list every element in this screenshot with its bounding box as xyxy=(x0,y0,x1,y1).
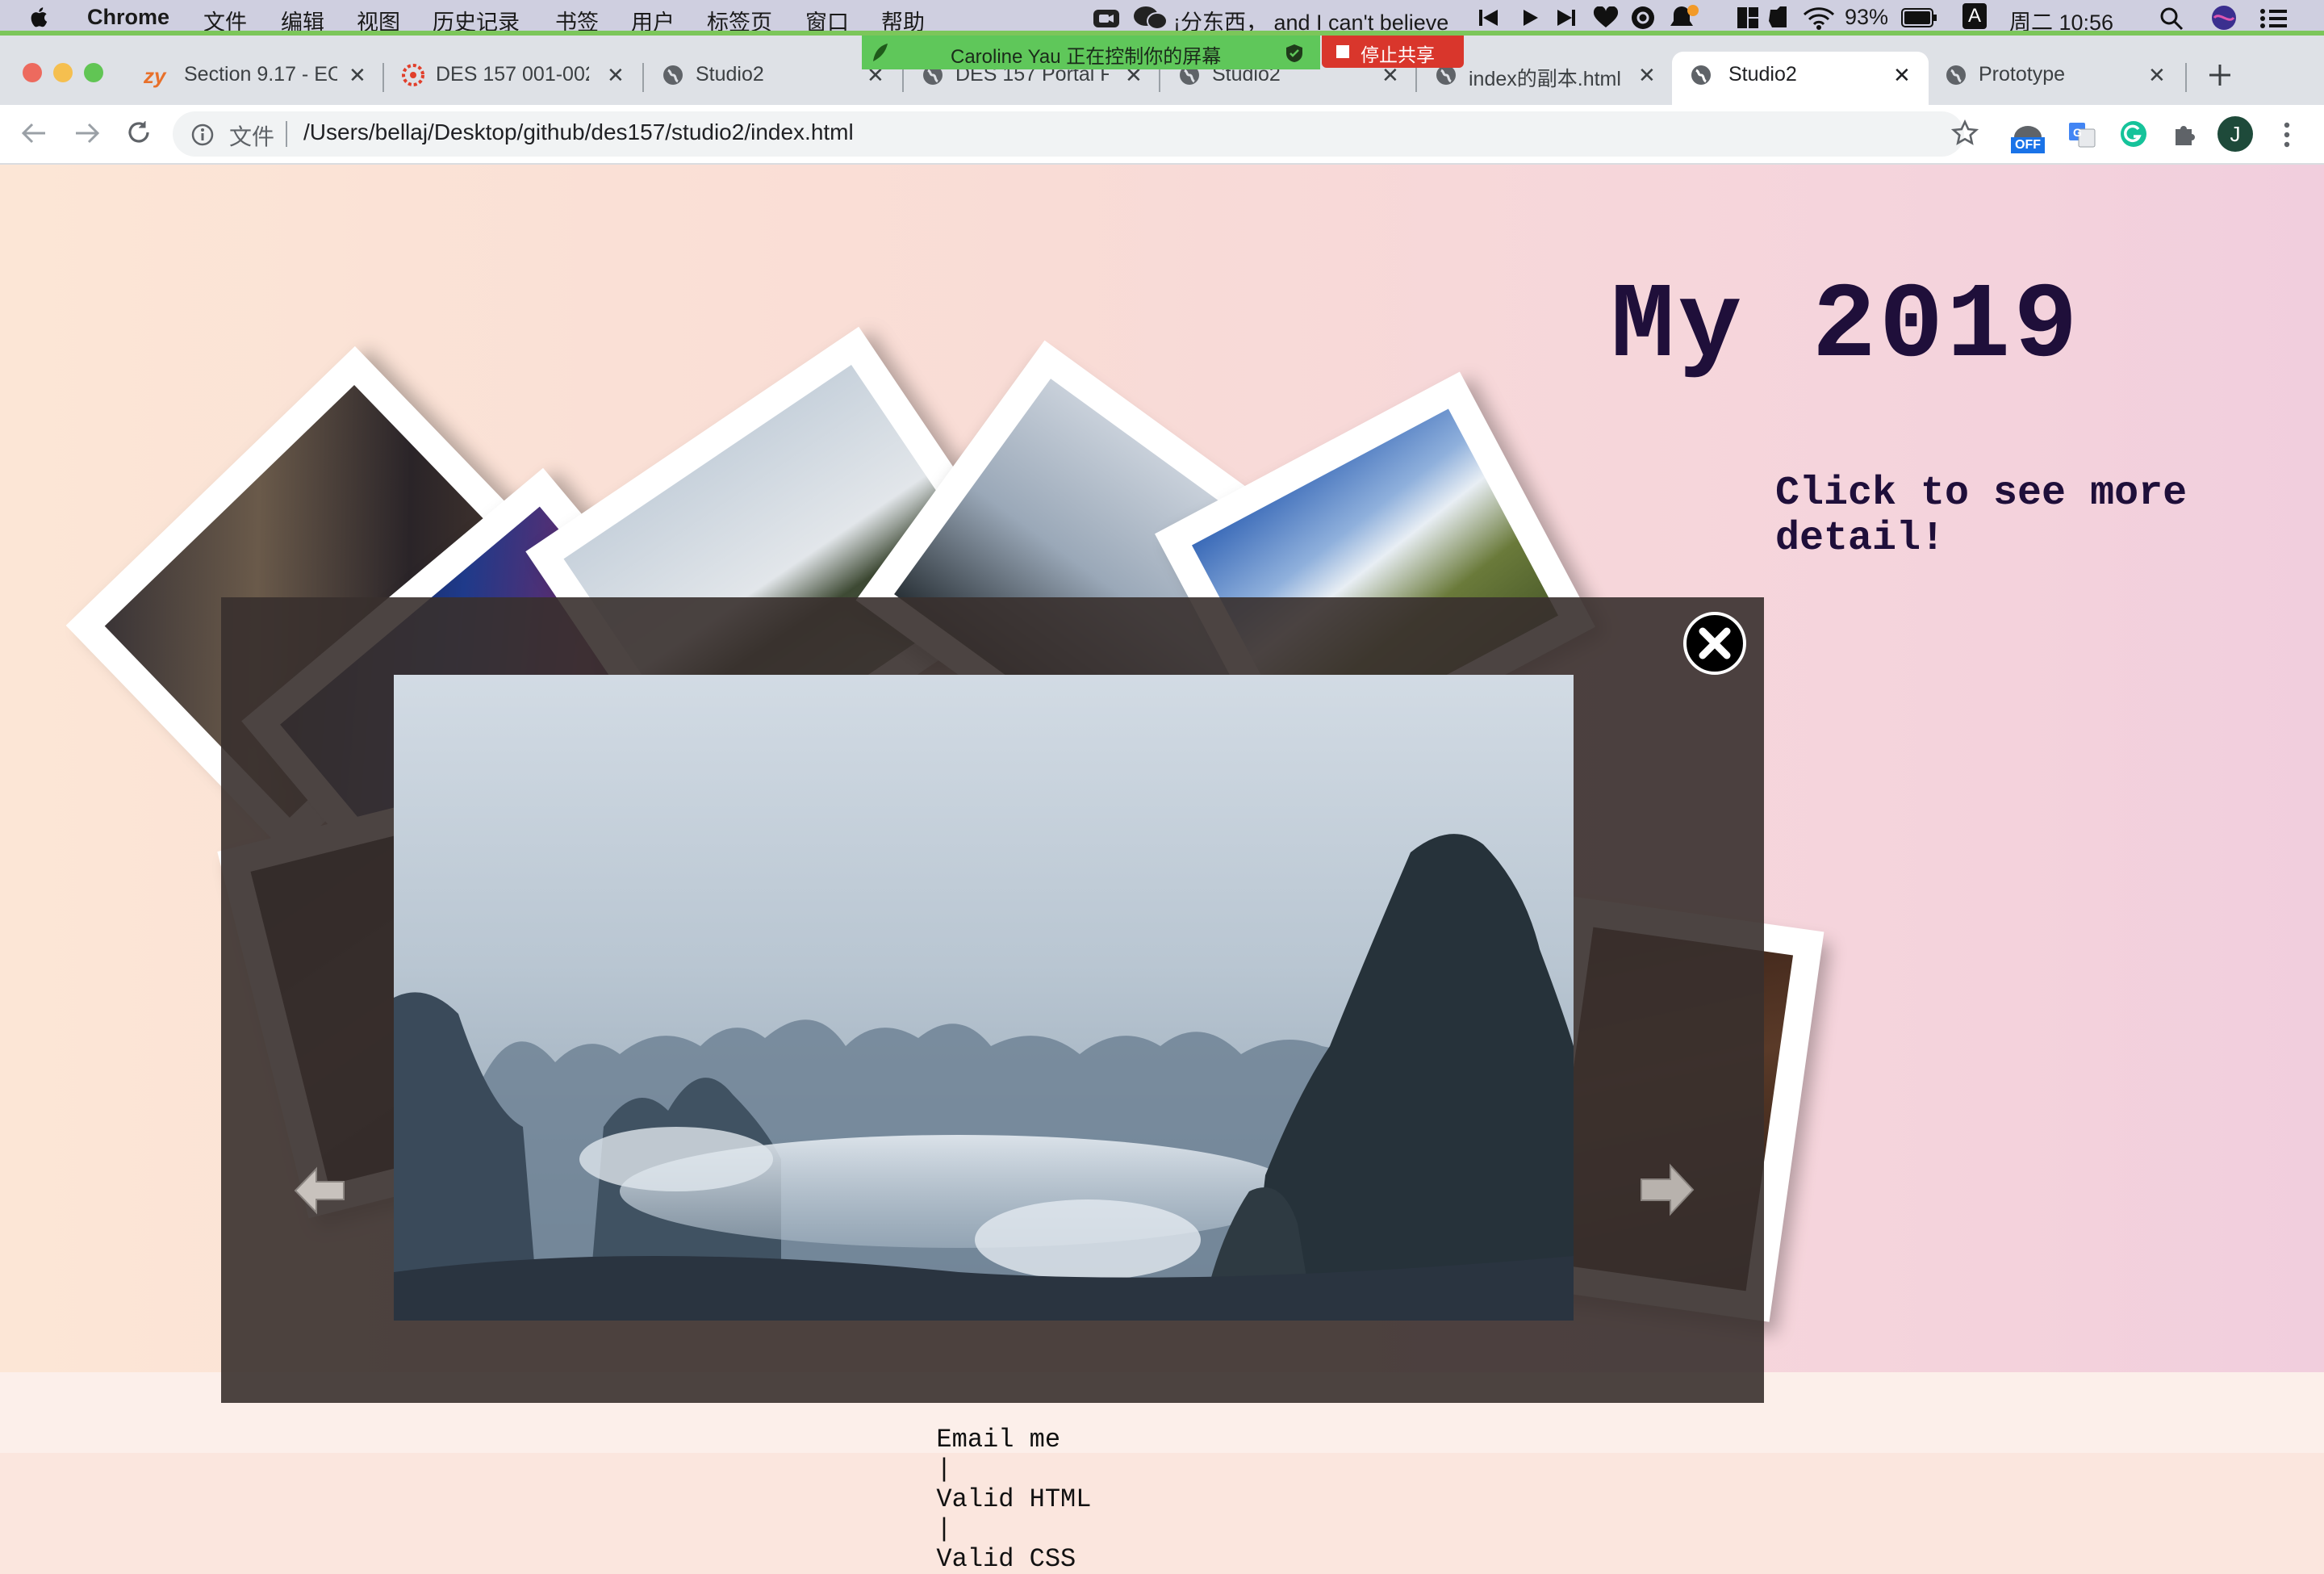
next-track-icon[interactable] xyxy=(1556,8,1577,27)
info-icon[interactable] xyxy=(190,123,215,147)
siri-icon[interactable] xyxy=(2211,5,2237,31)
next-arrow-icon[interactable] xyxy=(1638,1159,1696,1220)
tab-studio2-a[interactable]: Studio2 ✕ xyxy=(647,52,897,105)
spotlight-search-icon[interactable] xyxy=(2159,6,2184,31)
tab-title: Studio2 xyxy=(696,63,764,86)
tab-close-icon[interactable]: ✕ xyxy=(2148,63,2166,88)
notification-center-icon[interactable] xyxy=(2259,8,2288,29)
shield-check-icon xyxy=(1286,44,1302,62)
tab-separator xyxy=(642,63,644,92)
back-arrow-icon[interactable] xyxy=(21,121,47,145)
google-translate-icon[interactable]: G xyxy=(2067,121,2096,149)
valid-css-link[interactable]: Valid CSS xyxy=(936,1544,1076,1574)
page-subtitle: Click to see more detail! xyxy=(1775,471,2188,562)
tab-close-icon[interactable]: ✕ xyxy=(607,63,625,88)
tab-section-9-17[interactable]: zy Section 9.17 - EC ✕ xyxy=(129,52,379,105)
globe-icon xyxy=(663,65,683,85)
tab-title: index的副本.html xyxy=(1469,68,1621,90)
apple-icon[interactable] xyxy=(31,5,50,29)
share-leaf-icon xyxy=(873,44,888,61)
tab-title: Prototype xyxy=(1979,63,2066,86)
lightbox-photo xyxy=(394,675,1574,1321)
stop-sharing-label: 停止共享 xyxy=(1361,44,1435,65)
previous-track-icon[interactable] xyxy=(1478,8,1499,27)
tab-prototype[interactable]: Prototype ✕ xyxy=(1930,52,2180,105)
footer-separator: | xyxy=(936,1514,952,1544)
wifi-icon[interactable] xyxy=(1803,5,1835,31)
bookmark-star-icon[interactable] xyxy=(1951,119,1979,147)
input-method-badge[interactable]: A xyxy=(1962,3,1987,29)
window-zoom-button[interactable] xyxy=(84,63,103,82)
globe-icon xyxy=(1691,65,1711,85)
zy-icon: zy xyxy=(144,64,166,88)
battery-percent: 93% xyxy=(1845,5,1889,29)
tab-title: DES 157 001-002 xyxy=(436,63,589,86)
omnibox-divider xyxy=(286,121,287,147)
window-close-button[interactable] xyxy=(23,63,42,82)
heart-icon[interactable] xyxy=(1593,6,1619,29)
forward-arrow-icon[interactable] xyxy=(74,121,100,145)
tab-close-icon[interactable]: ✕ xyxy=(1638,63,1656,88)
window-minimize-button[interactable] xyxy=(53,63,73,82)
url-input[interactable]: /Users/bellaj/Desktop/github/des157/stud… xyxy=(303,119,854,145)
canvas-icon xyxy=(402,64,424,86)
lightbox-close-button[interactable] xyxy=(1683,612,1746,675)
page-title: My 2019 xyxy=(1611,266,2081,387)
tab-separator xyxy=(2185,63,2187,92)
new-tab-plus-icon[interactable] xyxy=(2208,63,2232,87)
footer-separator: | xyxy=(936,1455,952,1484)
previous-arrow-icon[interactable] xyxy=(292,1162,349,1219)
tab-separator xyxy=(382,63,384,92)
valid-html-link[interactable]: Valid HTML xyxy=(936,1484,1091,1514)
share-banner-text: Caroline Yau 正在控制你的屏幕 xyxy=(951,46,1222,68)
footer-links: Email me | Valid HTML | Valid CSS xyxy=(905,1395,1091,1574)
play-icon[interactable] xyxy=(1522,8,1540,27)
extensions-puzzle-icon[interactable] xyxy=(2171,121,2198,149)
battery-icon[interactable] xyxy=(1901,8,1938,27)
svg-text:G: G xyxy=(2073,126,2082,139)
extension-off-badge: OFF xyxy=(2011,137,2045,153)
reload-icon[interactable] xyxy=(126,119,152,145)
grammarly-icon[interactable] xyxy=(2119,119,2148,149)
sync-status-icon[interactable] xyxy=(1630,5,1656,31)
tab-close-icon[interactable]: ✕ xyxy=(1893,63,1911,88)
window-manager-icon[interactable] xyxy=(1737,6,1759,29)
file-scheme-label: 文件 xyxy=(229,124,275,149)
tab-title: Section 9.17 - EC xyxy=(184,63,337,86)
stop-square-icon xyxy=(1336,45,1349,58)
wechat-icon[interactable] xyxy=(1133,5,1168,31)
extension-off-icon[interactable]: OFF xyxy=(2009,118,2046,155)
email-link[interactable]: Email me xyxy=(936,1425,1060,1455)
camera-status-icon[interactable] xyxy=(1093,6,1120,29)
profile-avatar[interactable]: J xyxy=(2217,116,2253,152)
tab-close-icon[interactable]: ✕ xyxy=(349,63,366,88)
globe-icon xyxy=(1946,65,1966,85)
tab-studio2-active[interactable]: Studio2 ✕ xyxy=(1672,52,1929,105)
notification-bell-icon[interactable] xyxy=(1667,3,1699,32)
menu-app-name[interactable]: Chrome xyxy=(87,5,169,30)
chrome-menu-kebab-icon[interactable] xyxy=(2280,121,2293,149)
tab-title: Studio2 xyxy=(1728,63,1797,86)
evernote-icon[interactable] xyxy=(1766,5,1791,31)
close-icon xyxy=(1699,627,1731,659)
tab-des157-canvas[interactable]: DES 157 001-002 ✕ xyxy=(387,52,637,105)
